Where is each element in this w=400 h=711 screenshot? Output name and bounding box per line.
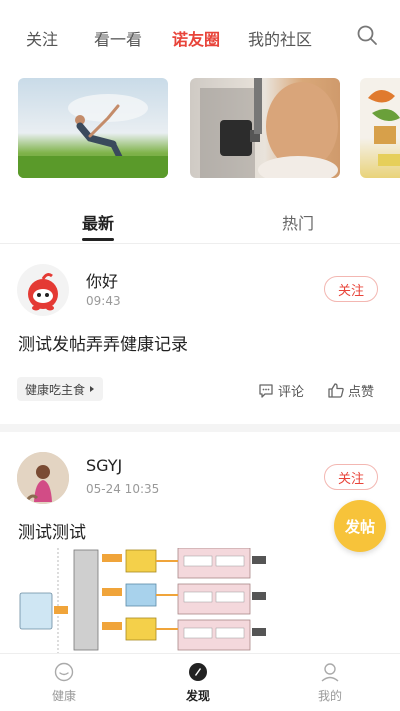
- create-post-button[interactable]: 发帖: [334, 500, 386, 552]
- post-text[interactable]: 测试发帖弄弄健康记录: [18, 330, 188, 355]
- post-divider: [0, 424, 400, 432]
- tab-indicator: [82, 238, 114, 241]
- comment-label: 评论: [278, 385, 305, 400]
- banner-dumbbell-image[interactable]: [190, 78, 340, 178]
- bottom-nav-mine[interactable]: 我的: [290, 654, 370, 711]
- post-username[interactable]: 你好: [86, 268, 118, 292]
- tab-friends-circle[interactable]: 诺友圈: [172, 26, 220, 50]
- tab-latest[interactable]: 最新: [82, 210, 114, 234]
- post-time: 05-24 10:35: [86, 482, 160, 496]
- avatar[interactable]: [17, 264, 69, 316]
- thumbs-up-icon: [328, 383, 344, 398]
- banner-plant-image[interactable]: [360, 78, 400, 178]
- comment-button[interactable]: 评论: [258, 381, 304, 400]
- banner-yoga-image[interactable]: [18, 78, 168, 178]
- post-card[interactable]: 你好 09:43 关注 测试发帖弄弄健康记录 健康吃主食 评论 点赞: [0, 244, 400, 426]
- search-icon[interactable]: [356, 24, 378, 46]
- top-nav: 关注 看一看 诺友圈 我的社区: [0, 0, 400, 72]
- bottom-nav-discover-label: 发现: [185, 689, 210, 703]
- banner-carousel[interactable]: [0, 78, 400, 178]
- topic-tag-label: 健康吃主食: [25, 382, 86, 397]
- follow-button[interactable]: 关注: [324, 276, 378, 302]
- like-label: 点赞: [348, 385, 375, 400]
- bottom-nav-health[interactable]: 健康: [24, 654, 104, 711]
- avatar[interactable]: [17, 452, 69, 504]
- bottom-nav-discover[interactable]: 发现: [158, 654, 238, 711]
- post-image-architecture-diagram[interactable]: [18, 548, 280, 653]
- bottom-nav-health-label: 健康: [51, 689, 76, 703]
- post-username[interactable]: SGYJ: [86, 456, 122, 475]
- tab-browse[interactable]: 看一看: [94, 26, 142, 50]
- follow-button[interactable]: 关注: [324, 464, 378, 490]
- tab-follow[interactable]: 关注: [26, 26, 58, 50]
- post-time: 09:43: [86, 294, 121, 308]
- post-text[interactable]: 测试测试: [18, 518, 86, 543]
- bottom-nav: 健康 发现 我的: [0, 653, 400, 711]
- compass-icon: [189, 663, 207, 681]
- health-icon: [54, 662, 74, 682]
- like-button[interactable]: 点赞: [328, 381, 374, 400]
- comment-icon: [259, 383, 273, 398]
- topic-tag[interactable]: 健康吃主食: [17, 377, 104, 401]
- tab-my-community[interactable]: 我的社区: [248, 26, 312, 50]
- profile-icon: [321, 663, 339, 682]
- feed-tabs: 最新 热门: [0, 200, 400, 244]
- tab-hot[interactable]: 热门: [282, 210, 314, 234]
- bottom-nav-mine-label: 我的: [317, 689, 342, 703]
- caret-right-icon: [90, 386, 95, 392]
